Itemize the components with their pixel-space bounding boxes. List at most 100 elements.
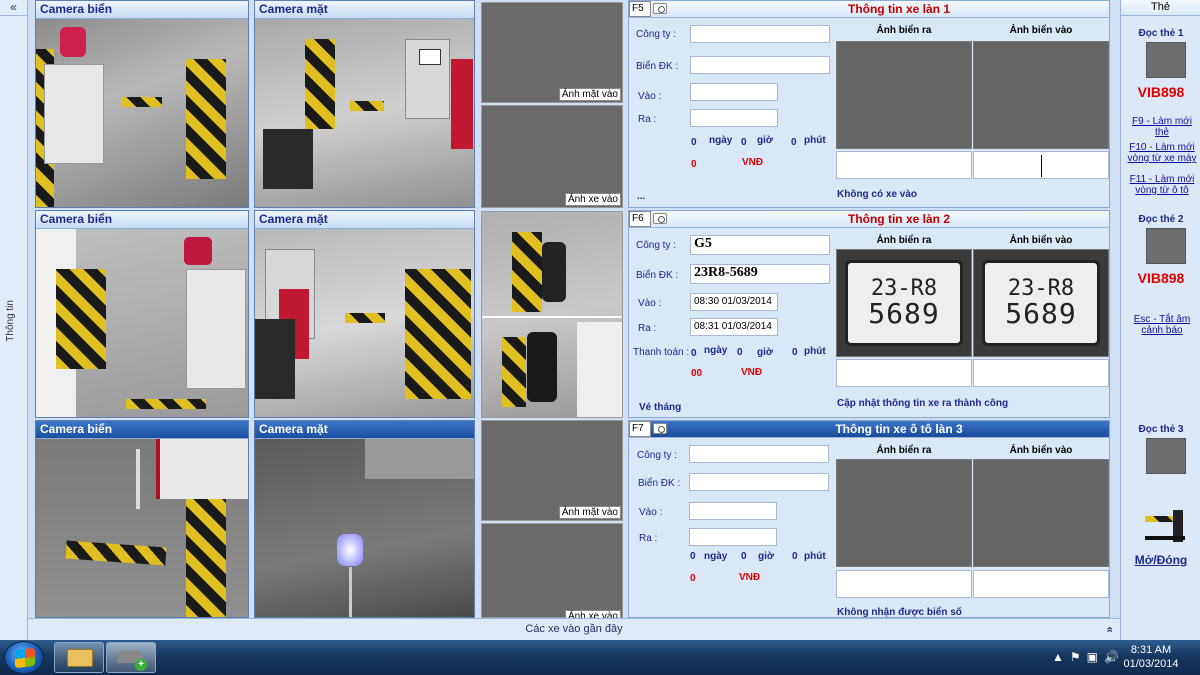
- card-reader3-title: Đọc thẻ 3: [1138, 424, 1184, 435]
- camera-plate-lane2: Camera biển: [35, 210, 249, 418]
- recent-vehicles-bar[interactable]: Các xe vào gần đây «: [28, 618, 1120, 640]
- duration-hours-label: giờ: [757, 347, 773, 358]
- fee-amount: 0: [690, 573, 696, 584]
- fee-amount: 00: [691, 368, 703, 379]
- lane-title: Thông tin xe làn 1: [847, 2, 950, 16]
- out-time-label: Ra :: [639, 533, 658, 544]
- duration-hours-label: giờ: [758, 551, 774, 562]
- plate-out-text[interactable]: [836, 151, 972, 179]
- lane-status: Không nhận được biển số: [837, 607, 962, 618]
- more-ellipsis[interactable]: ...: [637, 191, 645, 202]
- camera-title: Camera biển: [36, 1, 248, 19]
- camera-face-lane2: Camera mặt: [254, 210, 475, 418]
- duration-days: 0: [690, 551, 696, 562]
- plate-in-text[interactable]: [973, 570, 1109, 598]
- card-reader3-image: [1146, 438, 1186, 474]
- thumbnail-lane2-photos: [481, 211, 623, 418]
- show-hidden-icons-icon[interactable]: ▲: [1052, 650, 1070, 664]
- thumbnail-vehicle-in-lane3: Ảnh xe vào: [481, 523, 623, 623]
- duration-minutes-label: phút: [804, 135, 826, 146]
- system-tray[interactable]: ▲⚑▣🔊: [1052, 650, 1125, 664]
- plate-field[interactable]: [689, 473, 829, 491]
- plate-out-image: 23-R8 5689: [836, 249, 972, 357]
- mute-alarm-link[interactable]: Esc - Tắt âm cảnh báo: [1127, 314, 1197, 336]
- barrier-gate-icon[interactable]: [1145, 506, 1185, 542]
- duration-minutes: 0: [791, 137, 797, 148]
- out-time-field[interactable]: 08:31 01/03/2014: [690, 318, 778, 336]
- network-icon[interactable]: ▣: [1087, 650, 1104, 664]
- plate-in-text[interactable]: [973, 151, 1109, 179]
- camera-feed: [36, 439, 248, 617]
- clock[interactable]: 8:31 AM 01/03/2014: [1116, 643, 1186, 671]
- card-reader2-image: [1146, 228, 1186, 264]
- lane-title: Thông tin xe ô tô làn 3: [835, 422, 963, 436]
- card-panel-header: Thẻ: [1121, 0, 1200, 16]
- parking-app-taskbar-button[interactable]: +: [106, 642, 156, 673]
- out-time-field[interactable]: [690, 109, 778, 127]
- duration-hours: 0: [737, 347, 743, 358]
- camera-title: Camera mặt: [255, 1, 474, 19]
- plate-out-image-heading: Ảnh biển ra: [876, 445, 932, 456]
- camera-icon[interactable]: [653, 3, 667, 14]
- plate-field[interactable]: 23R8-5689: [690, 264, 830, 284]
- lane-hotkey[interactable]: F5: [629, 1, 651, 17]
- company-field[interactable]: [690, 25, 830, 43]
- plate-in-image: 23-R8 5689: [973, 249, 1109, 357]
- in-time-field[interactable]: 08:30 01/03/2014: [690, 293, 778, 311]
- action-center-flag-icon[interactable]: ⚑: [1070, 650, 1087, 664]
- refresh-card-link[interactable]: F9 - Làm mới thẻ: [1127, 116, 1197, 138]
- in-time-field[interactable]: [690, 83, 778, 101]
- info-vertical-label[interactable]: Thông tin: [5, 300, 16, 342]
- card-reader-panel: Thẻ Đọc thẻ 1 VIB898 F9 - Làm mới thẻ F1…: [1120, 0, 1200, 640]
- company-field[interactable]: [689, 445, 829, 463]
- camera-plate-lane3: Camera biển: [35, 420, 249, 618]
- open-close-barrier-button[interactable]: Mở/Đóng: [1121, 553, 1200, 567]
- plate-label: Biển ĐK :: [636, 270, 679, 281]
- plate-out-text[interactable]: [836, 570, 972, 598]
- refresh-car-loop-link[interactable]: F11 - Làm mới vòng từ ô tô: [1127, 174, 1197, 196]
- in-time-label: Vào :: [639, 507, 663, 518]
- plate-in-image: [973, 459, 1109, 567]
- company-field[interactable]: G5: [690, 235, 830, 255]
- windows-logo-icon: [15, 647, 35, 669]
- camera-icon[interactable]: [653, 213, 667, 224]
- thumbnail-face-in-lane1: Ảnh mặt vào: [481, 2, 623, 103]
- lane-status: Không có xe vào: [837, 189, 918, 200]
- duration-minutes-label: phút: [804, 346, 826, 357]
- license-plate: 23-R8 5689: [982, 260, 1100, 346]
- duration-minutes: 0: [792, 347, 798, 358]
- refresh-motorbike-loop-link[interactable]: F10 - Làm mới vòng từ xe máy: [1127, 142, 1197, 164]
- in-time-field[interactable]: [689, 502, 777, 520]
- info-side-panel: « Thông tin: [0, 0, 28, 640]
- card-reader2-title: Đọc thẻ 2: [1138, 214, 1184, 225]
- lane-title: Thông tin xe làn 2: [847, 212, 950, 226]
- card-reader1-id: VIB898: [1137, 84, 1185, 100]
- camera-title: Camera biển: [36, 211, 248, 229]
- card-reader1-title: Đọc thẻ 1: [1138, 28, 1184, 39]
- plate-out-image-heading: Ảnh biển ra: [876, 25, 932, 36]
- duration-minutes-label: phút: [804, 551, 826, 562]
- lane-status: Cập nhật thông tin xe ra thành công: [837, 398, 1009, 409]
- plate-out-text[interactable]: [836, 359, 972, 387]
- out-time-label: Ra :: [638, 114, 657, 125]
- plate-line2: 5689: [868, 297, 940, 330]
- plate-in-text[interactable]: [973, 359, 1109, 387]
- in-time-label: Vào :: [638, 91, 662, 102]
- duration-hours: 0: [741, 551, 747, 562]
- camera-feed: [36, 19, 248, 207]
- duration-days-label: ngày: [704, 345, 728, 356]
- plate-out-image-heading: Ảnh biển ra: [876, 235, 932, 246]
- collapse-panel-button[interactable]: «: [0, 0, 27, 16]
- plate-field[interactable]: [690, 56, 830, 74]
- file-explorer-taskbar-button[interactable]: [54, 642, 104, 673]
- out-time-field[interactable]: [689, 528, 777, 546]
- company-label: Công ty :: [636, 240, 677, 251]
- expand-chevron-icon[interactable]: «: [1098, 626, 1119, 632]
- lane-header: F7 Thông tin xe ô tô làn 3: [629, 421, 1109, 438]
- start-button[interactable]: [4, 641, 44, 674]
- camera-icon[interactable]: [653, 423, 667, 434]
- lane-hotkey[interactable]: F7: [629, 421, 651, 437]
- camera-title: Camera mặt: [255, 211, 474, 229]
- thumbnail-caption: Ảnh xe vào: [564, 193, 621, 206]
- lane-hotkey[interactable]: F6: [629, 211, 651, 227]
